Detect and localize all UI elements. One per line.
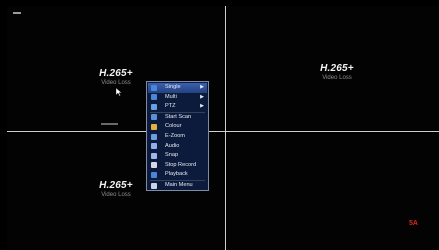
menu-item-stop-record[interactable]: Stop Record <box>148 161 207 171</box>
main-menu-icon <box>151 182 157 189</box>
channel-4-tile[interactable] <box>227 133 439 250</box>
record-icon <box>151 162 157 169</box>
snap-icon <box>151 152 157 159</box>
menu-item-label: Audio <box>165 142 180 149</box>
grid-divider-vertical <box>225 6 226 250</box>
menu-item-multi[interactable]: Multi ▶ <box>148 93 207 103</box>
channel-indicator <box>13 12 21 14</box>
menu-item-e-zoom[interactable]: E-Zoom <box>148 132 207 142</box>
single-view-icon <box>151 84 157 91</box>
submenu-arrow-icon: ▶ <box>200 103 204 110</box>
mouse-cursor-icon <box>116 88 122 96</box>
colour-icon <box>151 123 157 130</box>
menu-item-label: E-Zoom <box>165 132 185 139</box>
menu-item-playback[interactable]: Playback <box>148 170 207 180</box>
ptz-icon <box>151 103 157 110</box>
menu-item-label: Playback <box>165 171 188 178</box>
menu-item-ptz[interactable]: PTZ ▶ <box>148 102 207 112</box>
submenu-arrow-icon: ▶ <box>200 84 204 90</box>
channel-2-status: Video Loss <box>322 75 352 81</box>
context-menu: Single ▶ Multi ▶ PTZ ▶ Start Scan Colour E-Zoom A… <box>146 81 209 191</box>
playback-icon <box>151 171 157 178</box>
menu-item-label: Multi <box>165 93 177 100</box>
channel-3-status: Video Loss <box>101 192 131 198</box>
status-indicator: 5A <box>409 220 418 227</box>
submenu-arrow-icon: ▶ <box>200 93 204 100</box>
menu-item-colour[interactable]: Colour <box>148 122 207 132</box>
menu-item-label: Single <box>165 84 181 90</box>
menu-item-label: Stop Record <box>165 161 197 168</box>
menu-item-single[interactable]: Single ▶ <box>148 83 207 93</box>
menu-item-label: Start Scan <box>165 113 192 120</box>
grid-divider-horizontal <box>7 131 439 132</box>
channel-1-codec: H.265+ <box>99 68 133 79</box>
menu-item-label: PTZ <box>165 103 176 110</box>
channel-2-codec: H.265+ <box>320 63 354 74</box>
menu-item-label: Main Menu <box>165 181 193 188</box>
audio-icon <box>151 143 157 150</box>
menu-item-main-menu[interactable]: Main Menu <box>148 181 207 191</box>
menu-item-start-scan[interactable]: Start Scan <box>148 113 207 123</box>
zoom-icon <box>151 133 157 140</box>
channel-1-dash <box>101 123 118 125</box>
multi-view-icon <box>151 94 157 101</box>
menu-item-label: Colour <box>165 123 182 130</box>
scan-icon <box>151 114 157 121</box>
menu-item-label: Snap <box>165 152 179 159</box>
menu-item-snap[interactable]: Snap <box>148 151 207 161</box>
menu-item-audio[interactable]: Audio <box>148 142 207 152</box>
dvr-live-view: H.265+ Video Loss H.265+ Video Loss H.26… <box>0 0 439 250</box>
